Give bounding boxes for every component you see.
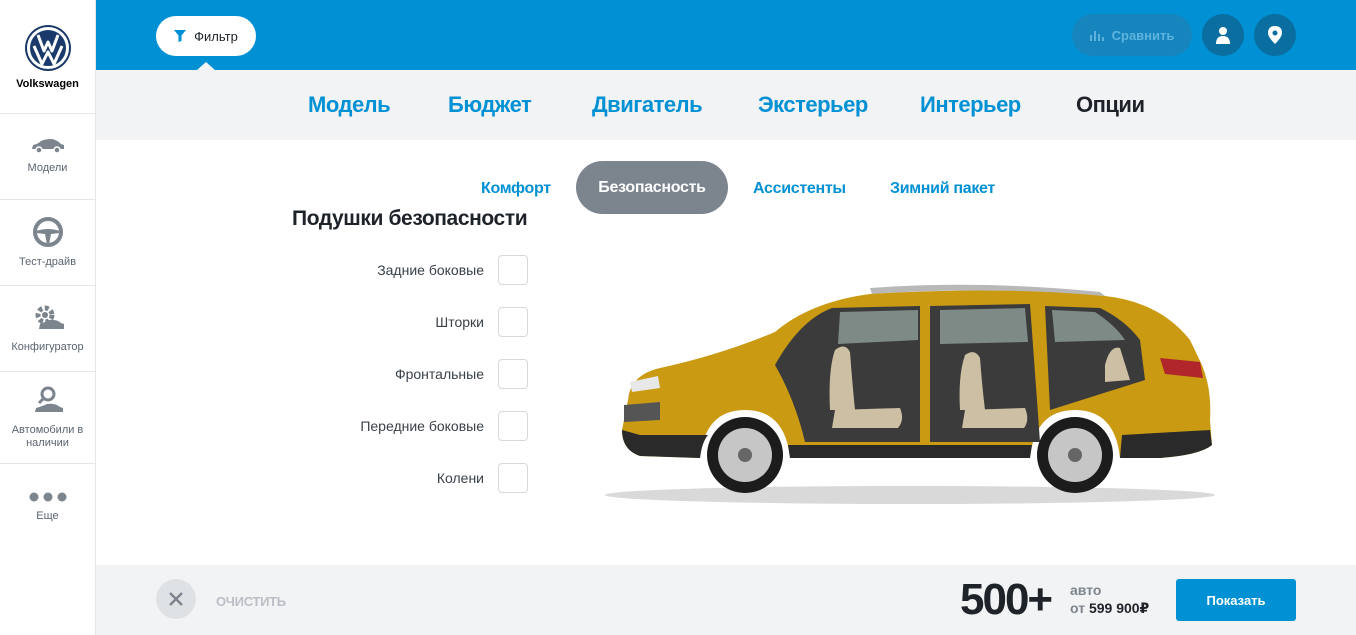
option-label: Задние боковые <box>377 262 484 278</box>
show-button[interactable]: Показать <box>1176 579 1296 621</box>
steering-wheel-icon <box>32 217 63 247</box>
car-cutaway-image <box>605 284 1215 504</box>
filter-caret <box>197 62 215 70</box>
option-row[interactable]: Шторки <box>300 306 528 338</box>
option-label: Шторки <box>435 314 484 330</box>
brand[interactable]: Volkswagen <box>0 0 95 114</box>
price-from: от 599 900₽ <box>1070 600 1149 617</box>
account-button[interactable] <box>1202 14 1244 56</box>
sidebar-item-more[interactable]: Еще <box>0 464 95 550</box>
sidebar-item-label: Тест-драйв <box>18 256 77 268</box>
tab-exterior[interactable]: Экстерьер <box>758 92 868 118</box>
sidebar-item-label: Еще <box>36 509 59 522</box>
option-row[interactable]: Фронтальные <box>300 358 528 390</box>
option-checkbox[interactable] <box>498 255 528 285</box>
option-checkbox[interactable] <box>498 359 528 389</box>
location-button[interactable] <box>1254 14 1296 56</box>
filter-icon <box>174 30 187 42</box>
filter-label: Фильтр <box>194 28 238 44</box>
option-label: Фронтальные <box>394 366 484 382</box>
search-car-icon <box>34 386 63 412</box>
result-count: 500+ <box>960 575 1053 624</box>
result-count-unit: авто <box>1070 582 1102 598</box>
compare-button[interactable]: Сравнить <box>1072 14 1192 56</box>
option-label: Передние боковые <box>360 418 484 434</box>
sidebar-item-label: Конфигуратор <box>11 341 84 353</box>
subtab-safety[interactable]: Безопасность <box>576 161 728 214</box>
subtab-comfort[interactable]: Комфорт <box>481 180 551 198</box>
top-bar: Фильтр Сравнить <box>96 0 1356 70</box>
sidebar-item-models[interactable]: Модели <box>0 114 95 200</box>
option-checkbox[interactable] <box>498 411 528 441</box>
close-icon <box>169 592 183 606</box>
option-row[interactable]: Задние боковые <box>300 254 528 286</box>
tab-engine[interactable]: Двигатель <box>592 92 703 118</box>
clear-button[interactable] <box>156 579 196 619</box>
compare-label: Сравнить <box>1111 27 1175 43</box>
option-label: Колени <box>436 470 484 486</box>
sidebar: Volkswagen Модели Тест-драйв Конфигурато… <box>0 0 96 635</box>
tab-budget[interactable]: Бюджет <box>448 92 532 118</box>
price-value: 599 900₽ <box>1088 600 1150 616</box>
option-row[interactable]: Колени <box>300 462 528 494</box>
app-root: Volkswagen Модели Тест-драйв Конфигурато… <box>0 0 1356 635</box>
price-prefix: от <box>1070 600 1086 616</box>
option-row[interactable]: Передние боковые <box>300 410 528 442</box>
vw-logo <box>24 25 71 71</box>
clear-label[interactable]: ОЧИСТИТЬ <box>216 594 286 609</box>
car-icon <box>31 139 64 154</box>
user-icon <box>1216 27 1230 44</box>
tab-options[interactable]: Опции <box>1076 92 1145 118</box>
map-pin-icon <box>1268 26 1282 44</box>
subtab-assistants[interactable]: Ассистенты <box>753 180 846 198</box>
brand-name: Volkswagen <box>16 78 79 90</box>
bar-chart-icon <box>1089 31 1104 41</box>
option-checkbox[interactable] <box>498 463 528 493</box>
sidebar-item-label: Модели <box>27 162 68 174</box>
gear-car-icon <box>35 305 64 329</box>
sidebar-item-configurator[interactable]: Конфигуратор <box>0 286 95 372</box>
filter-button[interactable]: Фильтр <box>156 16 256 56</box>
section-title: Подушки безопасности <box>292 207 528 230</box>
sidebar-item-label: Автомобили в наличии <box>11 423 84 449</box>
tab-interior[interactable]: Интерьер <box>920 92 1021 118</box>
more-dots-icon <box>29 492 66 501</box>
option-checkbox[interactable] <box>498 307 528 337</box>
subtab-winter-package[interactable]: Зимний пакет <box>890 180 995 198</box>
main-tabs: Модель Бюджет Двигатель Экстерьер Интерь… <box>96 70 1356 140</box>
bottom-bar: ОЧИСТИТЬ 500+ авто от 599 900₽ Показать <box>96 565 1356 635</box>
sidebar-item-in-stock[interactable]: Автомобили в наличии <box>0 372 95 464</box>
sidebar-item-test-drive[interactable]: Тест-драйв <box>0 200 95 286</box>
tab-model[interactable]: Модель <box>308 92 391 118</box>
active-tab-caret <box>1097 132 1115 140</box>
